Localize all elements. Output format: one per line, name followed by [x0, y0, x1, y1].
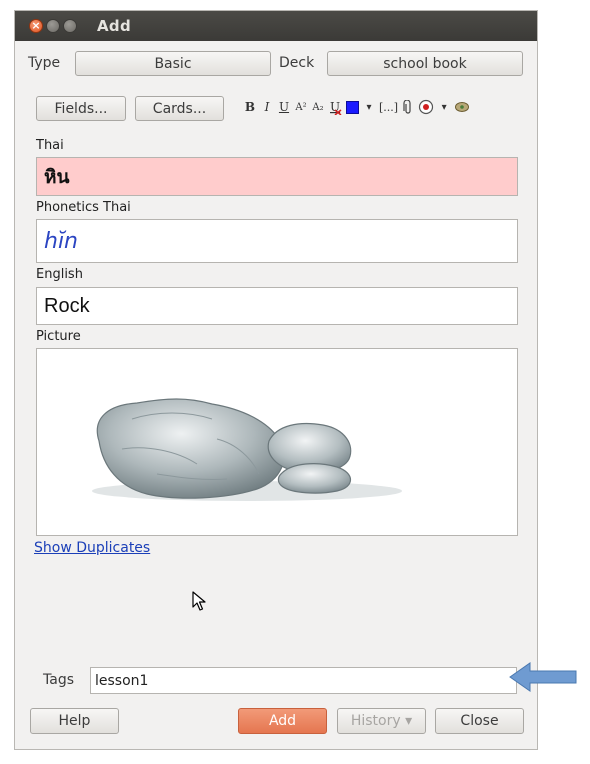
- add-button[interactable]: Add: [238, 708, 327, 734]
- phonetics-thai-field[interactable]: hĭn: [36, 219, 518, 263]
- cards-button[interactable]: Cards...: [135, 96, 224, 121]
- type-label: Type: [28, 55, 61, 71]
- rock-image: [92, 398, 402, 501]
- record-dropdown[interactable]: ▾: [437, 97, 451, 117]
- thai-field-label: Thai: [36, 138, 64, 153]
- superscript-button[interactable]: A²: [294, 97, 308, 117]
- picture-field[interactable]: [36, 348, 518, 536]
- add-dialog-window: × Add Type Basic Deck school book Fields…: [14, 10, 538, 750]
- annotation-arrow-icon: [508, 660, 578, 698]
- maximize-window-icon[interactable]: [63, 19, 77, 33]
- record-audio-icon[interactable]: [418, 97, 434, 117]
- underline-button[interactable]: U: [277, 97, 291, 117]
- formatting-toolbar: B I U A² A₂ U ▾ [...] ▾: [243, 97, 527, 117]
- add-media-icon[interactable]: [454, 97, 470, 117]
- subscript-button[interactable]: A₂: [311, 97, 325, 117]
- minimize-window-icon[interactable]: [46, 19, 60, 33]
- window-title: Add: [97, 17, 131, 35]
- tags-label: Tags: [43, 672, 74, 688]
- note-type-button[interactable]: Basic: [75, 51, 271, 76]
- bold-button[interactable]: B: [243, 97, 257, 117]
- deck-button[interactable]: school book: [327, 51, 523, 76]
- thai-field[interactable]: หิน: [36, 157, 518, 196]
- english-field-label: English: [36, 267, 83, 282]
- attach-icon[interactable]: [401, 97, 415, 117]
- close-window-icon[interactable]: ×: [29, 19, 43, 33]
- mouse-pointer-icon: [192, 591, 206, 615]
- history-button[interactable]: History ▾: [337, 708, 426, 734]
- clear-format-icon[interactable]: U: [328, 97, 342, 117]
- picture-field-label: Picture: [36, 329, 81, 344]
- cloze-button[interactable]: [...]: [379, 97, 398, 117]
- close-button[interactable]: Close: [435, 708, 524, 734]
- show-duplicates-link[interactable]: Show Duplicates: [34, 540, 150, 556]
- text-color-dropdown[interactable]: ▾: [362, 97, 376, 117]
- help-button[interactable]: Help: [30, 708, 119, 734]
- english-field[interactable]: Rock: [36, 287, 518, 325]
- italic-button[interactable]: I: [260, 97, 274, 117]
- title-bar: × Add: [15, 11, 537, 41]
- fields-button[interactable]: Fields...: [36, 96, 126, 121]
- tags-input[interactable]: lesson1: [90, 667, 517, 694]
- deck-label: Deck: [279, 55, 315, 71]
- text-color-icon[interactable]: [345, 97, 359, 117]
- phonetics-thai-field-label: Phonetics Thai: [36, 200, 131, 215]
